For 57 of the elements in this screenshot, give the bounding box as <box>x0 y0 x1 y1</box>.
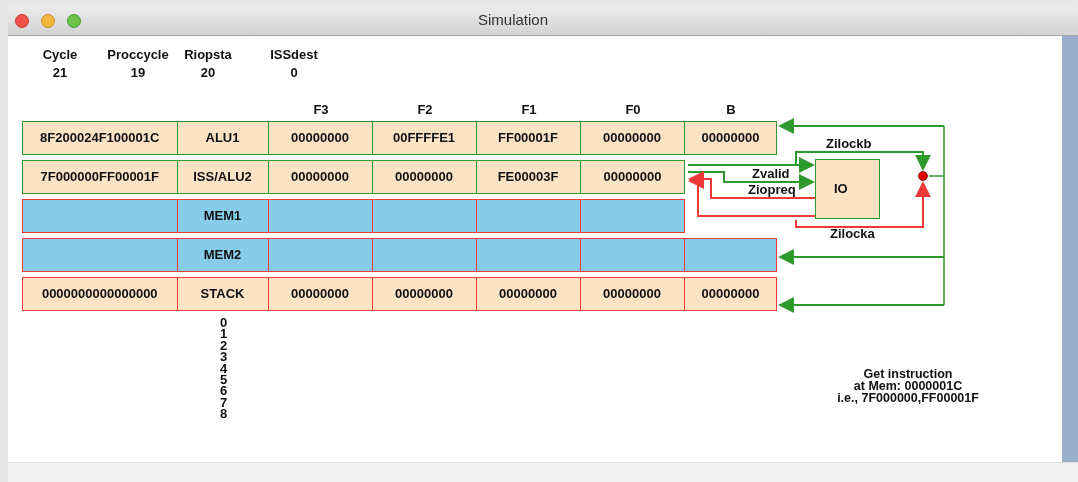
register-value: 00000000 <box>603 285 661 304</box>
stat-label: Proccycle <box>107 46 169 64</box>
register-value: 00000000 <box>291 129 349 148</box>
status-message: i.e., 7F000000,FF00001F <box>837 392 979 404</box>
signal-label: Zilockb <box>826 137 872 151</box>
stat-label: Riopsta <box>184 46 232 64</box>
register-value: 8F200024F100001C <box>40 129 160 148</box>
register-value: 00000000 <box>701 129 760 148</box>
status-message: Get instruction <box>863 368 953 380</box>
register-value: 0000000000000000 <box>41 285 158 304</box>
signal-label: Ziopreq <box>748 183 796 197</box>
register-value: FE00003F <box>497 168 559 187</box>
register-value: ISS/ALU2 <box>193 168 252 187</box>
signal-label: Zilocka <box>830 227 875 241</box>
column-header: F2 <box>417 101 433 118</box>
column-header: F1 <box>521 101 537 118</box>
signal-label: Zvalid <box>752 167 790 181</box>
column-header: B <box>726 101 736 118</box>
stat-value: 0 <box>290 64 298 82</box>
column-header: F0 <box>625 101 641 118</box>
stack-index: 8 <box>219 408 228 420</box>
stack-index: 4 <box>219 362 228 375</box>
register-value: 00000000 <box>701 285 760 304</box>
register-value: 00FFFFE1 <box>392 129 456 148</box>
register-value: 00000000 <box>291 168 349 187</box>
stack-index: 5 <box>219 374 228 386</box>
stat-value: 20 <box>200 64 216 82</box>
close-button[interactable] <box>15 13 29 28</box>
register-value: ALU1 <box>205 129 240 148</box>
register-value: 00000000 <box>603 129 661 148</box>
zoom-button[interactable] <box>67 13 81 28</box>
junction-dot <box>918 171 928 181</box>
register-value: 00000000 <box>291 285 349 304</box>
register-value: FF00001F <box>498 129 558 148</box>
stack-index: 7 <box>219 396 228 409</box>
register-value: 00000000 <box>395 168 453 187</box>
minimize-button[interactable] <box>41 13 55 28</box>
register-value: MEM2 <box>203 246 242 265</box>
io-label: IO <box>834 180 848 199</box>
register-value: 00000000 <box>603 168 662 187</box>
register-value: 00000000 <box>499 285 557 304</box>
stat-value: 21 <box>52 64 68 82</box>
column-header: F3 <box>313 101 329 118</box>
register-value: 7F000000FF00001F <box>40 168 159 187</box>
register-value: MEM1 <box>203 207 242 226</box>
stack-index: 2 <box>219 339 228 352</box>
stat-label: ISSdest <box>270 46 318 64</box>
stat-label: Cycle <box>42 46 78 64</box>
stack-index: 6 <box>219 385 228 397</box>
stack-index: 3 <box>219 351 228 363</box>
register-value: STACK <box>200 285 245 304</box>
stack-index: 1 <box>219 328 228 340</box>
window-title: Simulation <box>478 10 549 31</box>
stat-value: 19 <box>130 64 146 82</box>
stack-index: 0 <box>219 317 228 329</box>
status-message: at Mem: 0000001C <box>853 380 963 392</box>
register-value: 00000000 <box>395 285 453 304</box>
